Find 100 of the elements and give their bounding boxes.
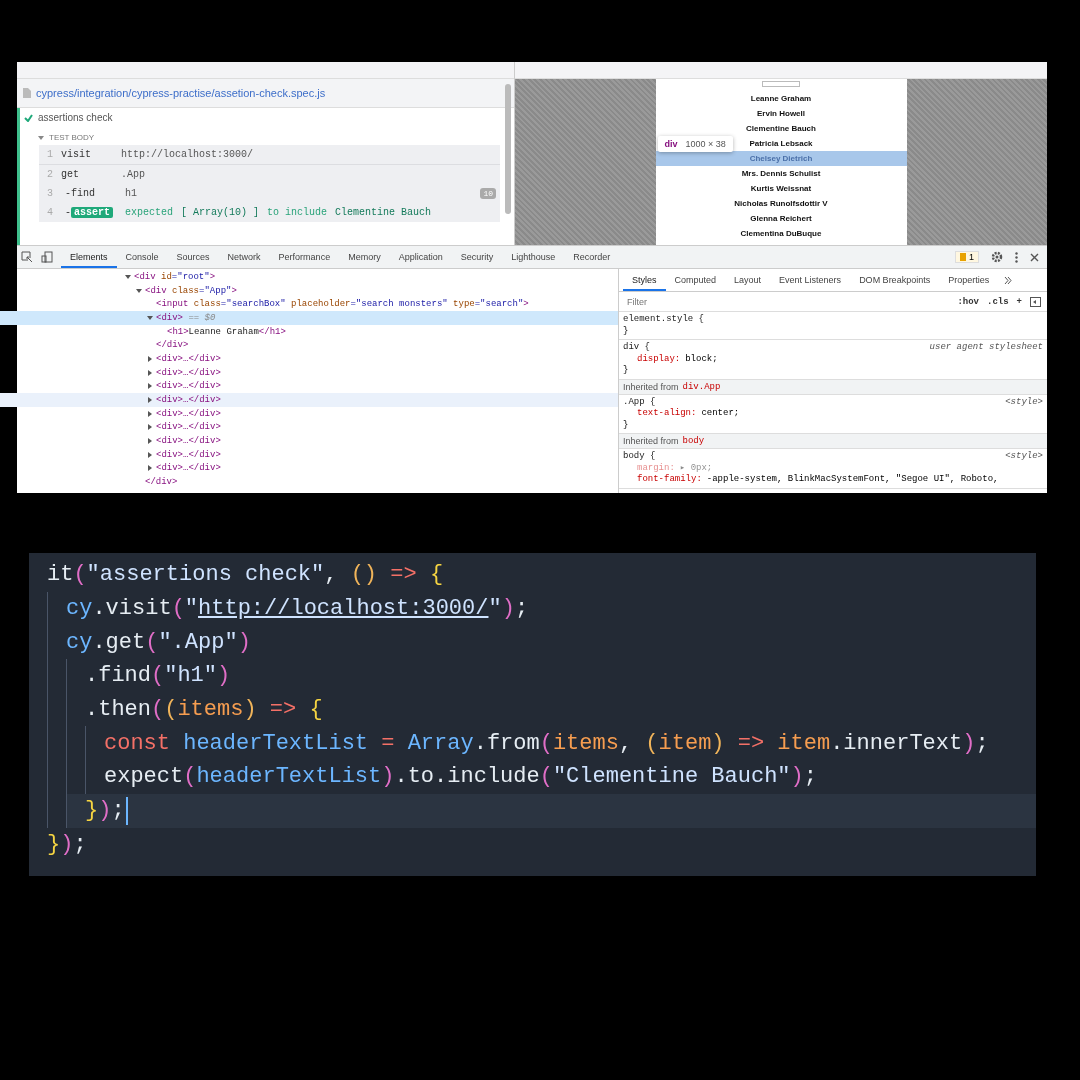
dom-node[interactable]: <div>…</div> [0, 406, 618, 421]
dom-node[interactable]: <div>…</div> [0, 434, 618, 448]
dom-node[interactable]: <div>…</div> [0, 379, 618, 394]
scrollbar[interactable] [505, 84, 511, 214]
styles-tab[interactable]: Event Listeners [770, 269, 851, 291]
css-value[interactable]: -apple-system, BlinkMacSystemFont, "Segoe UI", Roboto, [706, 474, 999, 486]
more-tabs-icon[interactable] [1004, 276, 1013, 284]
search-field[interactable] [762, 81, 800, 87]
name-heading: Patricia Lebsack [749, 138, 813, 150]
issues-badge[interactable]: 1 [955, 251, 979, 263]
devtools-tab[interactable]: Lighthouse [502, 246, 565, 268]
styles-tab[interactable]: Computed [665, 269, 726, 291]
disclosure-icon[interactable] [147, 314, 153, 321]
css-property[interactable]: text-align: [637, 408, 697, 420]
styles-tab[interactable]: Styles [623, 269, 666, 291]
disclosure-icon[interactable] [147, 383, 153, 390]
code-line: .then((items) => { [84, 696, 324, 725]
disclosure-icon[interactable] [147, 355, 153, 362]
caret-icon[interactable] [38, 134, 44, 141]
disclosure-icon[interactable] [147, 410, 153, 417]
file-icon [23, 88, 31, 98]
devtools-tab[interactable]: Network [218, 246, 270, 268]
command-row[interactable]: 4 - assert expected [ Array(10) ] to include Clementine Bauch [39, 203, 500, 222]
name-heading: Clementine Bauch [746, 123, 816, 135]
filter-field[interactable]: Filter [625, 295, 950, 308]
sidebar-toggle-icon[interactable] [1030, 296, 1041, 307]
disclosure-icon[interactable] [125, 273, 131, 280]
text-cursor [125, 796, 128, 825]
closing-brace: } [623, 325, 630, 337]
section-label: TEST BODY [49, 133, 95, 142]
name-heading: Nicholas Runolfsdottir V [734, 198, 828, 210]
dom-node[interactable]: <h1>Leanne Graham</h1> [0, 324, 618, 339]
code-line: }); [46, 830, 88, 859]
dom-node[interactable]: <input class="searchBox" placeholder="search monsters" type="search"> [0, 297, 618, 312]
close-icon[interactable] [1030, 252, 1039, 262]
inherited-selector[interactable]: div.App [682, 381, 721, 392]
devtools-tab[interactable]: Application [389, 246, 452, 268]
css-value[interactable]: center; [701, 408, 740, 420]
disclosure-icon[interactable] [136, 287, 142, 294]
css-selector: element.style { [623, 314, 704, 326]
devtools-tab[interactable]: Elements [61, 246, 117, 268]
disclosure-icon[interactable] [147, 369, 153, 376]
css-selector: div { [623, 342, 650, 354]
disclosure-icon[interactable] [147, 438, 153, 445]
settings-icon[interactable] [991, 251, 1003, 263]
dom-node[interactable]: <div>…</div> [0, 461, 618, 476]
css-selector: body { [623, 451, 656, 463]
code-line: it("assertions check", () => { [46, 561, 445, 590]
more-icon[interactable] [1015, 251, 1018, 263]
inspect-icon[interactable] [21, 251, 33, 263]
name-heading: Chelsey Dietrich [749, 153, 813, 165]
disclosure-icon[interactable] [147, 465, 153, 472]
disclosure-icon[interactable] [147, 451, 153, 458]
devtools-tab[interactable]: Sources [167, 246, 219, 268]
name-heading: Clementina DuBuque [740, 228, 822, 240]
css-selector: .App { [623, 396, 656, 408]
element-tooltip: div 1000 × 38 [657, 136, 733, 152]
dom-node[interactable]: <div>…</div> [0, 352, 618, 366]
dom-node[interactable]: <div> == $0 [0, 311, 618, 325]
css-value[interactable]: block; [685, 353, 718, 365]
inherited-label: Inherited from [623, 436, 679, 446]
count-badge: 10 [480, 188, 496, 199]
devtools-tab[interactable]: Recorder [564, 246, 620, 268]
style-source[interactable]: <style> [1005, 451, 1043, 463]
name-heading: Ervin Howell [757, 108, 805, 120]
inherited-selector[interactable]: body [682, 436, 705, 446]
dom-node[interactable]: <div>…</div> [0, 420, 618, 435]
devtools-tab[interactable]: Memory [339, 246, 390, 268]
name-heading: Mrs. Dennis Schulist [741, 168, 821, 180]
code-line: cy.get(".App") [65, 628, 252, 657]
code-line: const headerTextList = Array.from(items, (item) => item.innerText); [103, 729, 990, 758]
dom-closing-tag: </div> [0, 338, 618, 353]
devtools-tab[interactable]: Security [451, 246, 503, 268]
dom-node[interactable]: <div class="App"> [0, 283, 618, 298]
dom-node[interactable]: <div>…</div> [0, 447, 618, 462]
filter-tool[interactable]: + [1016, 296, 1022, 307]
styles-tab[interactable]: Layout [725, 269, 771, 291]
dom-node[interactable]: <div>…</div> [0, 365, 618, 380]
device-icon[interactable] [41, 251, 53, 263]
dom-node[interactable]: <div id="root"> [0, 270, 618, 284]
code-line: cy.visit("http://localhost:3000/"); [65, 595, 530, 624]
command-row[interactable]: 3 -find h1 10 [39, 184, 500, 203]
style-source[interactable]: <style> [1005, 396, 1043, 408]
devtools-tab[interactable]: Performance [269, 246, 340, 268]
filter-tool[interactable]: :hov [957, 296, 979, 307]
devtools-tab[interactable]: Console [116, 246, 168, 268]
styles-tab[interactable]: DOM Breakpoints [850, 269, 940, 291]
css-property[interactable]: display: [637, 353, 681, 365]
disclosure-icon[interactable] [147, 424, 153, 431]
css-property[interactable]: font-family: [637, 474, 702, 486]
filter-tool[interactable]: .cls [987, 296, 1009, 307]
closing-brace: } [623, 419, 630, 431]
test-title[interactable]: assertions check [38, 112, 113, 123]
name-heading: Kurtis Weissnat [750, 183, 812, 195]
dom-node[interactable]: <div>…</div> [0, 393, 618, 407]
style-source[interactable]: user agent stylesheet [929, 342, 1043, 354]
name-heading: Leanne Graham [750, 93, 812, 105]
command-row[interactable]: 2 get .App [39, 165, 500, 184]
disclosure-icon[interactable] [147, 397, 153, 404]
styles-tab[interactable]: Properties [939, 269, 999, 291]
